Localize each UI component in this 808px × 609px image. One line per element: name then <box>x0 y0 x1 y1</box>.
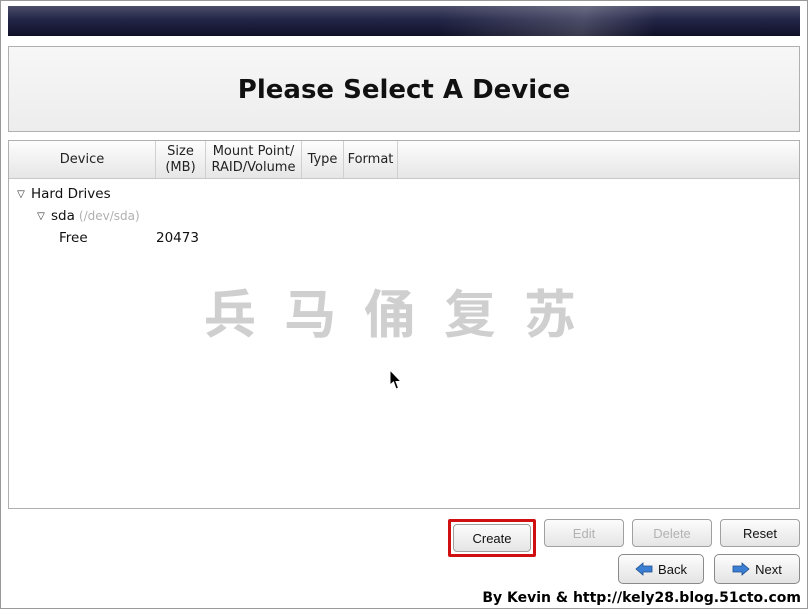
watermark-text: 兵马俑复苏 <box>9 273 799 348</box>
expand-icon[interactable]: ▽ <box>15 189 27 200</box>
col-mount-l2: RAID/Volume <box>212 160 296 176</box>
action-buttons: Create Edit Delete Reset <box>8 519 800 557</box>
hard-drives-label: Hard Drives <box>31 186 111 202</box>
back-label: Back <box>658 562 687 577</box>
col-type[interactable]: Type <box>302 141 344 178</box>
col-format[interactable]: Format <box>344 141 398 178</box>
free-label: Free <box>59 230 156 246</box>
arrow-right-icon <box>732 562 750 576</box>
next-button[interactable]: Next <box>714 554 800 584</box>
tree-row-sda[interactable]: ▽ sda (/dev/sda) <box>9 205 799 227</box>
device-table: Device Size (MB) Mount Point/ RAID/Volum… <box>8 140 800 509</box>
edit-button: Edit <box>544 519 624 547</box>
tree-row-hard-drives[interactable]: ▽ Hard Drives <box>9 183 799 205</box>
sda-label: sda <box>51 208 75 224</box>
sda-path: (/dev/sda) <box>79 209 140 223</box>
nav-buttons: Back Next <box>618 554 800 584</box>
title-panel: Please Select A Device <box>8 46 800 132</box>
col-mount[interactable]: Mount Point/ RAID/Volume <box>206 141 302 178</box>
free-size: 20473 <box>156 230 199 246</box>
title-bar <box>8 6 800 36</box>
delete-button: Delete <box>632 519 712 547</box>
col-size[interactable]: Size (MB) <box>156 141 206 178</box>
mouse-cursor-icon <box>389 369 405 391</box>
col-spacer <box>398 141 799 178</box>
back-button[interactable]: Back <box>618 554 704 584</box>
expand-icon[interactable]: ▽ <box>35 211 47 222</box>
create-button[interactable]: Create <box>453 524 531 552</box>
create-highlight: Create <box>448 519 536 557</box>
col-size-l1: Size <box>167 144 194 160</box>
reset-button[interactable]: Reset <box>720 519 800 547</box>
col-mount-l1: Mount Point/ <box>213 144 295 160</box>
col-device[interactable]: Device <box>9 141 156 178</box>
next-label: Next <box>755 562 782 577</box>
tree-row-free[interactable]: Free 20473 <box>9 227 799 249</box>
page-title: Please Select A Device <box>9 75 799 105</box>
device-tree[interactable]: ▽ Hard Drives ▽ sda (/dev/sda) Free 2047… <box>9 179 799 508</box>
col-size-l2: (MB) <box>165 160 195 176</box>
attribution-text: By Kevin & http://kely28.blog.51cto.com <box>482 590 801 606</box>
table-header: Device Size (MB) Mount Point/ RAID/Volum… <box>9 141 799 179</box>
arrow-left-icon <box>635 562 653 576</box>
